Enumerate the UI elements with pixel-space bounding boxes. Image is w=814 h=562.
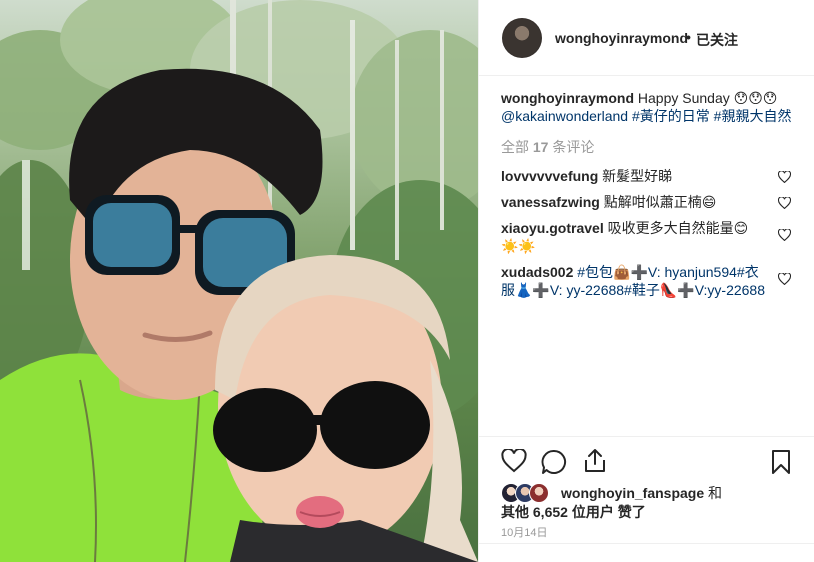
- following-button[interactable]: 已关注: [696, 30, 738, 50]
- heart-icon[interactable]: [778, 273, 791, 285]
- likes-count: 6,652: [532, 504, 568, 520]
- caption-mention[interactable]: @kakainwonderland: [501, 108, 628, 124]
- comment-item: vanessafzwing 點解咁似蕭正楠😄: [501, 193, 793, 211]
- comment-username[interactable]: vanessafzwing: [501, 194, 600, 210]
- avatar[interactable]: [529, 483, 549, 503]
- comment-item: lovvvvvvefung 新髮型好睇: [501, 167, 793, 185]
- heart-icon[interactable]: [778, 197, 791, 209]
- comment-item: xiaoyu.gotravel 吸收更多大自然能量😊☀️☀️: [501, 219, 793, 255]
- selfie-illustration: [0, 0, 478, 562]
- heart-icon[interactable]: [778, 229, 791, 241]
- bookmark-icon[interactable]: [771, 449, 791, 475]
- instagram-post: wonghoyinraymond • 已关注 wonghoyinraymond …: [0, 0, 814, 562]
- comment-text: 新髮型好睇: [602, 168, 673, 184]
- likes-others-suffix: 位用户 赞了: [571, 504, 646, 520]
- comment-username[interactable]: lovvvvvvefung: [501, 168, 598, 184]
- comment-count: 17: [532, 139, 549, 155]
- caption-hashtag[interactable]: #黃仔的日常: [632, 108, 710, 124]
- comment-icon[interactable]: [541, 449, 567, 475]
- avatar[interactable]: [502, 18, 542, 58]
- post-photo[interactable]: [0, 0, 478, 562]
- first-liker-username[interactable]: wonghoyin_fanspage: [561, 485, 704, 501]
- heart-icon[interactable]: [778, 171, 791, 183]
- comments-section: wonghoyinraymond Happy Sunday 😯😯😯 @kakai…: [501, 89, 793, 307]
- post-side-panel: wonghoyinraymond • 已关注 wonghoyinraymond …: [478, 0, 814, 562]
- view-all-comments-link[interactable]: 全部 17 条评论: [501, 137, 793, 157]
- post-header: wonghoyinraymond • 已关注: [479, 0, 814, 76]
- caption-hashtag[interactable]: #親親大自然: [714, 108, 792, 124]
- caption-text: Happy Sunday 😯😯😯: [637, 90, 778, 106]
- divider: [479, 543, 814, 544]
- post-date[interactable]: 10月14日: [501, 524, 547, 540]
- comment-text: 點解咁似蕭正楠😄: [603, 194, 717, 210]
- header-username[interactable]: wonghoyinraymond: [555, 30, 688, 46]
- comment-username[interactable]: xiaoyu.gotravel: [501, 220, 604, 236]
- view-all-suffix: 条评论: [552, 139, 595, 155]
- likes-first-line: wonghoyin_fanspage 和: [561, 483, 722, 503]
- likes-others-prefix: 其他: [501, 504, 529, 520]
- header-separator: •: [686, 29, 691, 45]
- heart-icon[interactable]: [501, 449, 527, 473]
- comment-username[interactable]: xudads002: [501, 264, 573, 280]
- view-all-prefix: 全部: [501, 139, 529, 155]
- share-icon[interactable]: [583, 447, 607, 473]
- likes-second-line[interactable]: 其他 6,652 位用户 赞了: [501, 502, 646, 522]
- caption-username[interactable]: wonghoyinraymond: [501, 90, 634, 106]
- comment-item: xudads002 #包包👜➕V: hyanjun594#衣服👗➕V: yy-2…: [501, 263, 793, 299]
- post-caption: wonghoyinraymond Happy Sunday 😯😯😯 @kakai…: [501, 89, 793, 125]
- likes-and: 和: [708, 485, 723, 501]
